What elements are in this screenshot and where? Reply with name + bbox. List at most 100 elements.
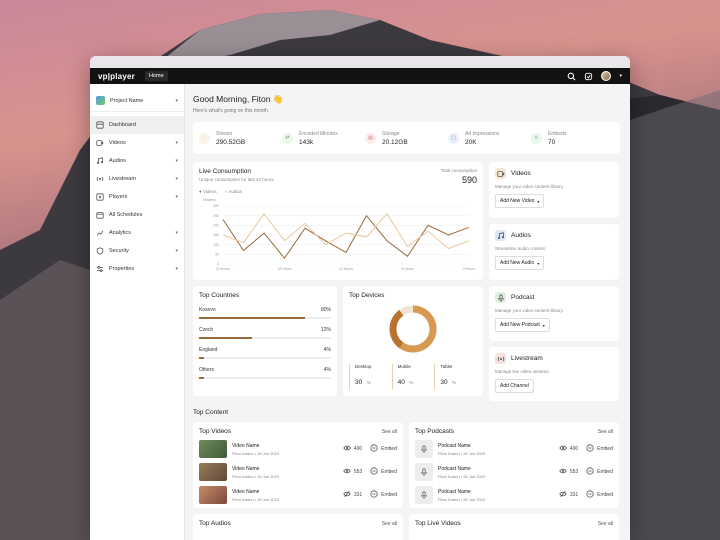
- chevron-down-icon: ▾: [537, 198, 540, 204]
- live-consumption-chart: Viewers 0 50 100 150 200 250 300 24 Hours 18 Hour…: [203, 198, 475, 271]
- card-title: Videos: [511, 170, 531, 177]
- embed-icon: [370, 490, 378, 500]
- embed-button[interactable]: Embed: [586, 467, 613, 477]
- player-icon: [96, 193, 104, 201]
- security-icon: [96, 247, 104, 255]
- chevron-down-icon[interactable]: ▾: [175, 266, 178, 272]
- video-list-item[interactable]: Video Name Fiton Kadriu • 26 Jun 2023 33…: [199, 486, 397, 504]
- video-list-item[interactable]: Video Name Fiton Kadriu • 26 Jun 2023 40…: [199, 440, 397, 458]
- device-value: 30: [355, 379, 363, 386]
- sidebar-item-audios[interactable]: Audios ▾: [90, 152, 184, 170]
- podcast-icon: [415, 463, 433, 481]
- chevron-down-icon: ▾: [542, 322, 545, 328]
- embed-icon: [586, 490, 594, 500]
- chevron-down-icon[interactable]: ▾: [619, 73, 622, 79]
- main-content: Good Morning, Fiton 👋 Here's what's goin…: [185, 84, 630, 540]
- audios-card: Audios Streamline audio content. Add New…: [489, 224, 619, 280]
- country-bar: [199, 337, 331, 339]
- embed-button[interactable]: Embed: [370, 490, 397, 500]
- sidebar-item-players[interactable]: Players ▾: [90, 188, 184, 206]
- project-selector[interactable]: Project Name ▾: [90, 90, 184, 112]
- top-live-videos-card: Top Live Videos See all: [409, 514, 619, 540]
- top-countries-title: Top Countries: [199, 292, 240, 299]
- eye-icon: [559, 444, 567, 454]
- sidebar: Project Name ▾ Dashboard Videos ▾ Audios…: [90, 84, 185, 540]
- stat-embeds: ⊙ Embeds 70: [531, 131, 614, 146]
- audios-add-button[interactable]: Add New Audio ▾: [495, 256, 545, 270]
- livestream-add-button[interactable]: Add Channel: [495, 379, 534, 393]
- chevron-down-icon[interactable]: ▾: [175, 158, 178, 164]
- search-icon[interactable]: [567, 72, 576, 81]
- dashboard-icon: [96, 121, 104, 129]
- y-tick-label: 200: [213, 224, 219, 228]
- sidebar-item-dashboard[interactable]: Dashboard: [90, 116, 184, 134]
- chevron-down-icon[interactable]: ▾: [175, 140, 178, 146]
- sidebar-item-analytics[interactable]: Analytics ▾: [90, 224, 184, 242]
- sidebar-item-properties[interactable]: Properties ▾: [90, 260, 184, 278]
- embed-button[interactable]: Embed: [370, 467, 397, 477]
- item-date: 26 Jun 2023: [257, 496, 280, 502]
- app-logo[interactable]: vp|player: [98, 72, 135, 81]
- chevron-down-icon[interactable]: ▾: [175, 194, 178, 200]
- podcast-list-item[interactable]: Podcast Name Fiton Kadriu • 26 Jun 2023 …: [415, 440, 613, 458]
- video-list-item[interactable]: Video Name Fiton Kadriu • 26 Jun 2023 55…: [199, 463, 397, 481]
- device-stat: Desktop 30 %: [349, 364, 392, 389]
- country-name: Czech: [199, 327, 214, 333]
- chevron-down-icon[interactable]: ▾: [175, 230, 178, 236]
- device-name: Desktop: [355, 364, 372, 369]
- podcast-list-item[interactable]: Podcast Name Fiton Kadriu • 26 Jun 2023 …: [415, 486, 613, 504]
- embed-label: Embed: [381, 469, 397, 475]
- embed-label: Embed: [597, 446, 613, 452]
- app-window: vp|player Home ▾ Project Name ▾ Dashboar…: [90, 56, 630, 540]
- y-tick-label: 50: [215, 253, 219, 257]
- schedule-icon: [96, 211, 104, 219]
- video-thumbnail[interactable]: [199, 463, 227, 481]
- country-percent: 4%: [323, 347, 331, 353]
- top-audios-see-all[interactable]: See all: [382, 521, 397, 527]
- y-tick-label: 300: [213, 204, 219, 208]
- country-bar: [199, 317, 331, 319]
- button-label: Add Channel: [500, 383, 529, 389]
- video-thumbnail[interactable]: [199, 486, 227, 504]
- sidebar-item-security[interactable]: Security ▾: [90, 242, 184, 260]
- embed-button[interactable]: Embed: [586, 444, 613, 454]
- sidebar-item-livestream[interactable]: Livestream ▾: [90, 170, 184, 188]
- eye-off-icon: [343, 490, 351, 500]
- stat-value: 20K: [465, 138, 477, 146]
- item-views: 553: [569, 469, 579, 475]
- y-tick-label: 0: [217, 262, 219, 266]
- videos-add-button[interactable]: Add New Video ▾: [495, 194, 545, 208]
- chevron-down-icon[interactable]: ▾: [175, 248, 178, 254]
- live-consumption-card: Live Consumption Unique consumption for …: [193, 162, 483, 280]
- sidebar-item-videos[interactable]: Videos ▾: [90, 134, 184, 152]
- live-consumption-subtitle: Unique consumption for last 24 hours: [199, 177, 274, 182]
- sidebar-item-all-schedules[interactable]: All Schedules: [90, 206, 184, 224]
- x-tick-label: 12 Hours: [339, 267, 353, 271]
- country-percent: 80%: [320, 307, 331, 313]
- top-live-videos-see-all[interactable]: See all: [598, 521, 613, 527]
- country-percent: 4%: [323, 367, 331, 373]
- top-videos-title: Top Videos: [199, 428, 232, 435]
- video-thumbnail[interactable]: [199, 440, 227, 458]
- chevron-down-icon[interactable]: ▾: [175, 176, 178, 182]
- total-consumption-label: Total consumption: [440, 168, 477, 173]
- top-podcasts-see-all[interactable]: See all: [598, 429, 613, 435]
- embed-button[interactable]: Embed: [586, 490, 613, 500]
- user-avatar[interactable]: [601, 71, 612, 81]
- top-navbar: vp|player Home ▾: [90, 68, 630, 84]
- podcast-list-item[interactable]: Podcast Name Fiton Kadriu • 26 Jun 2023 …: [415, 463, 613, 481]
- country-name: England: [199, 347, 218, 353]
- podcast-icon: [495, 292, 506, 303]
- podcast-add-button[interactable]: Add New Podcast ▾: [495, 318, 550, 332]
- embed-button[interactable]: Embed: [370, 444, 397, 454]
- tab-home[interactable]: Home: [144, 71, 168, 81]
- top-videos-see-all[interactable]: See all: [382, 429, 397, 435]
- item-author: Fiton Kadriu: [232, 496, 254, 502]
- x-tick-label: 24 Hours: [216, 267, 230, 271]
- video-icon: [96, 139, 104, 147]
- card-description: Manage your video content library.: [495, 184, 564, 189]
- eye-off-icon: [559, 490, 567, 500]
- item-views: 400: [569, 446, 579, 452]
- notification-icon[interactable]: [584, 72, 593, 81]
- storage-icon: ▤: [365, 132, 376, 144]
